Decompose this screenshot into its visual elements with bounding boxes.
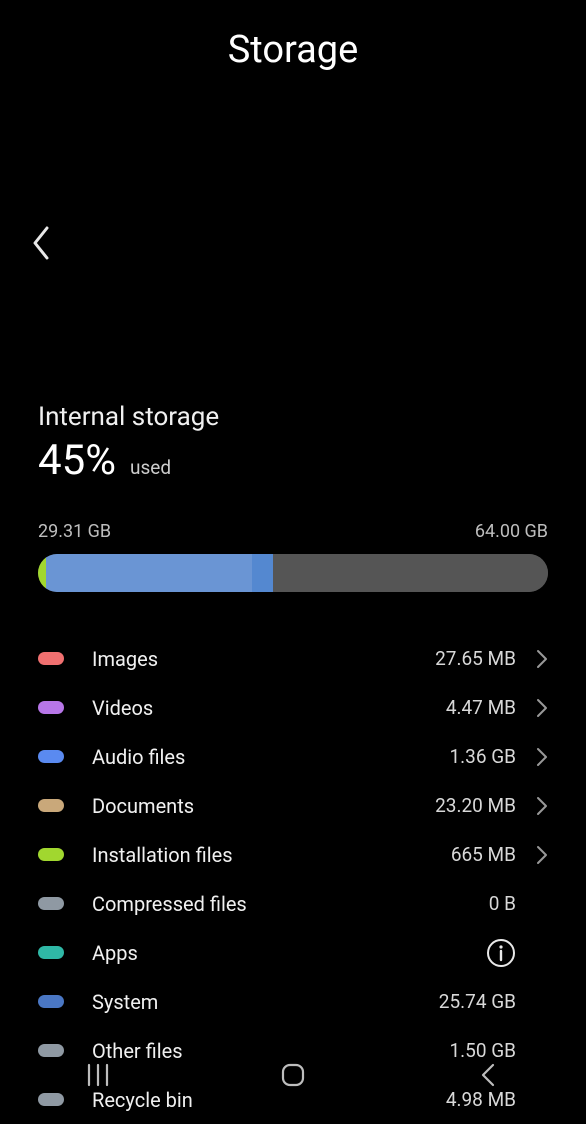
back-button[interactable] (30, 225, 52, 265)
nav-recents-button[interactable] (48, 1062, 148, 1088)
category-label: Compressed files (92, 892, 489, 916)
category-row[interactable]: Installation files665 MB (38, 830, 548, 879)
category-label: System (92, 990, 439, 1014)
chevron-wrap (516, 845, 548, 865)
category-label: Audio files (92, 745, 449, 769)
category-color-pill (38, 848, 64, 861)
category-size: 23.20 MB (435, 794, 516, 817)
chevron-right-icon (536, 649, 548, 669)
category-color-pill (38, 652, 64, 665)
chevron-wrap (516, 796, 548, 816)
nav-back-button[interactable] (438, 1061, 538, 1089)
storage-percent: 45% (38, 436, 116, 485)
category-label: Documents (92, 794, 435, 818)
category-size: 25.74 GB (439, 990, 516, 1013)
category-row: System25.74 GB (38, 977, 548, 1026)
category-color-pill (38, 946, 64, 959)
storage-used-size: 29.31 GB (38, 521, 111, 542)
info-button[interactable] (486, 938, 516, 968)
category-label: Videos (92, 696, 446, 720)
category-row[interactable]: Images27.65 MB (38, 634, 548, 683)
chevron-left-icon (30, 225, 52, 261)
storage-bar-segment (38, 554, 46, 592)
category-label: Images (92, 647, 435, 671)
chevron-right-icon (536, 698, 548, 718)
home-icon (279, 1061, 307, 1089)
category-size: 4.47 MB (446, 696, 516, 719)
category-size: 1.36 GB (449, 745, 516, 768)
category-color-pill (38, 897, 64, 910)
storage-used-label: used (130, 456, 171, 479)
chevron-right-icon (536, 747, 548, 767)
nav-home-button[interactable] (243, 1061, 343, 1089)
category-row[interactable]: Audio files1.36 GB (38, 732, 548, 781)
storage-bar-segment (46, 554, 253, 592)
nav-back-icon (479, 1061, 497, 1089)
category-size: 0 B (489, 892, 516, 915)
category-color-pill (38, 701, 64, 714)
category-row[interactable]: Documents23.20 MB (38, 781, 548, 830)
storage-section-title: Internal storage (38, 402, 548, 432)
category-label: Installation files (92, 843, 451, 867)
recents-icon (85, 1062, 111, 1088)
category-color-pill (38, 750, 64, 763)
storage-bar-segment (252, 554, 272, 592)
chevron-right-icon (536, 796, 548, 816)
navigation-bar (0, 1045, 586, 1105)
category-color-pill (38, 799, 64, 812)
category-row[interactable]: Apps (38, 928, 548, 977)
chevron-right-icon (536, 845, 548, 865)
storage-total-size: 64.00 GB (475, 521, 548, 542)
info-icon (486, 938, 516, 968)
category-label: Apps (92, 941, 486, 965)
storage-bar (38, 554, 548, 592)
page-title: Storage (0, 0, 586, 72)
category-color-pill (38, 995, 64, 1008)
storage-bar-segment (273, 554, 548, 592)
category-size: 27.65 MB (435, 647, 516, 670)
chevron-wrap (516, 698, 548, 718)
category-row: Compressed files0 B (38, 879, 548, 928)
chevron-wrap (516, 747, 548, 767)
category-row[interactable]: Videos4.47 MB (38, 683, 548, 732)
category-size: 665 MB (451, 843, 516, 866)
chevron-wrap (516, 649, 548, 669)
